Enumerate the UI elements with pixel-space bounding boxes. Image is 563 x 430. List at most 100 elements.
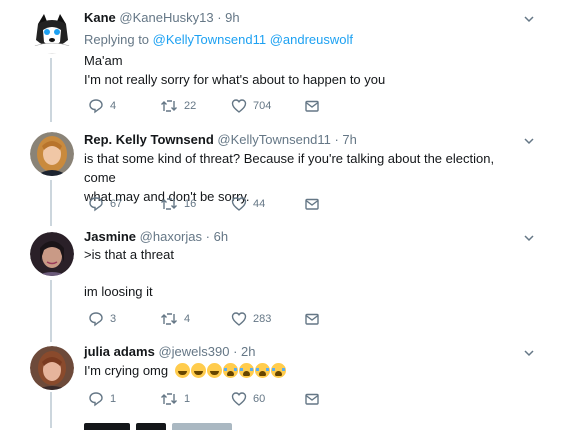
retweet-icon [161,313,177,325]
timestamp[interactable]: 7h [342,132,356,147]
thread-connector [50,58,52,122]
reply-button[interactable]: 4 [88,98,116,114]
like-count: 44 [253,198,266,210]
tweet[interactable]: Kane @KaneHusky13 · 9h Replying to @Kell… [0,0,563,122]
retweet-count: 1 [184,393,191,405]
separator: · [233,344,238,359]
thread-connector [50,392,52,428]
face-with-tears-of-joy-icon [206,363,222,378]
chevron-down-icon[interactable] [523,347,535,359]
tweet[interactable]: Jasmine @haxorjas · 6h >is that a threat… [0,222,563,342]
tweet-line: I'm crying omg [84,361,524,380]
avatar[interactable] [30,10,74,54]
tweet-header: Rep. Kelly Townsend @KellyTownsend11 · 7… [84,131,523,149]
reply-count: 4 [110,100,117,112]
chevron-down-icon[interactable] [523,232,535,244]
replying-to: Replying to @KellyTownsend11 @andreuswol… [84,31,353,49]
display-name[interactable]: julia adams [84,344,155,359]
separator: · [217,10,222,25]
tweet-line [84,264,524,282]
tweet-thread: Kane @KaneHusky13 · 9h Replying to @Kell… [0,0,563,430]
mention-link[interactable]: @KellyTownsend11 [153,32,266,47]
like-button[interactable]: 44 [231,196,265,212]
retweet-icon [161,393,177,405]
thread-connector [50,180,52,226]
direct-message-icon [305,198,319,210]
like-count: 60 [253,393,266,405]
tweet-text: Ma'am I'm not really sorry for what's ab… [84,51,524,89]
loudly-crying-face-icon [222,363,238,378]
tweet-header: julia adams @jewels390 · 2h [84,343,523,361]
face-with-tears-of-joy-icon [174,363,190,378]
retweet-icon [161,100,177,112]
direct-message-button[interactable] [304,311,320,327]
display-name[interactable]: Kane [84,10,116,25]
timestamp[interactable]: 9h [225,10,239,25]
chevron-down-icon[interactable] [523,13,535,25]
reply-count: 3 [110,313,117,325]
display-name[interactable]: Rep. Kelly Townsend [84,132,214,147]
separator: · [334,132,339,147]
like-button[interactable]: 704 [231,98,271,114]
user-handle[interactable]: @KaneHusky13 [119,10,213,25]
emoji-group [174,363,287,378]
retweet-button[interactable]: 16 [160,196,196,212]
user-handle[interactable]: @KellyTownsend11 [217,132,330,147]
thread-connector [50,280,52,342]
direct-message-button[interactable] [304,196,320,212]
direct-message-icon [305,313,319,325]
reply-icon [89,312,103,327]
tweet-line-text: I'm crying omg [84,363,169,378]
direct-message-icon [305,100,319,112]
reply-count: 67 [110,198,123,210]
display-name[interactable]: Jasmine [84,229,136,244]
reply-icon [89,392,103,407]
like-icon [231,312,247,326]
tweet-header: Kane @KaneHusky13 · 9h [84,9,523,27]
reply-icon [89,197,103,212]
reply-count: 1 [110,393,117,405]
like-button[interactable]: 283 [231,311,271,327]
separator: · [205,229,210,244]
tweet-line: Ma'am [84,53,123,68]
direct-message-button[interactable] [304,98,320,114]
loudly-crying-face-icon [254,363,270,378]
like-count: 283 [253,313,272,325]
reply-button[interactable]: 3 [88,311,116,327]
avatar[interactable] [30,232,74,276]
avatar[interactable] [30,346,74,390]
retweet-count: 16 [184,198,197,210]
retweet-button[interactable]: 22 [160,98,196,114]
reply-button[interactable]: 1 [88,391,116,407]
timestamp[interactable]: 6h [214,229,228,244]
chevron-down-icon[interactable] [523,135,535,147]
retweet-count: 4 [184,313,191,325]
retweet-count: 22 [184,100,197,112]
tweet-line: im loosing it [84,284,153,299]
like-icon [231,99,247,113]
tweet[interactable]: Rep. Kelly Townsend @KellyTownsend11 · 7… [0,122,563,226]
user-handle[interactable]: @jewels390 [158,344,229,359]
direct-message-button[interactable] [304,391,320,407]
tweet-line: >is that a threat [84,247,174,262]
like-count: 704 [253,100,272,112]
like-icon [231,392,247,406]
reply-button[interactable]: 67 [88,196,122,212]
tweet-text: I'm crying omg [84,361,524,380]
replying-label: Replying to [84,32,150,47]
tweet-line: is that some kind of threat? Because if … [84,151,495,185]
tweet-header: Jasmine @haxorjas · 6h [84,228,523,246]
tweet-line: I'm not really sorry for what's about to… [84,72,386,87]
direct-message-icon [305,393,319,405]
face-with-tears-of-joy-icon [190,363,206,378]
retweet-icon [161,198,177,210]
tweet[interactable]: julia adams @jewels390 · 2h I'm crying o… [0,338,563,428]
retweet-button[interactable]: 4 [160,311,190,327]
like-button[interactable]: 60 [231,391,265,407]
user-handle[interactable]: @haxorjas [140,229,202,244]
avatar[interactable] [30,132,74,176]
timestamp[interactable]: 2h [241,344,255,359]
loudly-crying-face-icon [270,363,286,378]
mention-link[interactable]: @andreuswolf [270,32,353,47]
retweet-button[interactable]: 1 [160,391,190,407]
